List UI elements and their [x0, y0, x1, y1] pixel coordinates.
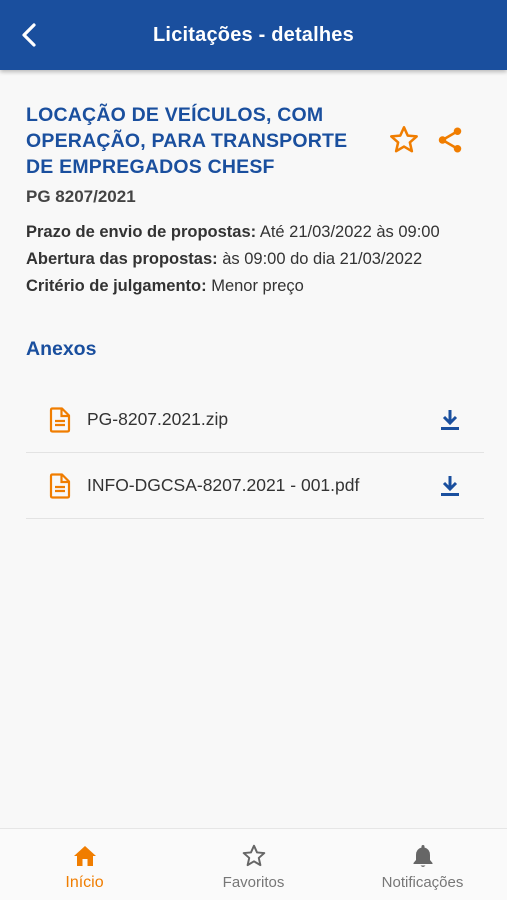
attachment-item[interactable]: INFO-DGCSA-8207.2021 - 001.pdf — [26, 453, 484, 519]
document-icon — [48, 472, 72, 499]
bell-icon — [410, 843, 436, 869]
page-title: Licitações - detalhes — [153, 23, 354, 46]
info-value: Até 21/03/2022 às 09:00 — [259, 223, 440, 241]
download-icon[interactable] — [438, 408, 462, 432]
info-row-deadline: Prazo de envio de propostas: Até 21/03/2… — [26, 219, 486, 246]
nav-label: Favoritos — [222, 874, 285, 891]
attachments-list: PG-8207.2021.zip INFO-DGCSA-8207.2021 - … — [26, 387, 484, 519]
nav-item-notifications[interactable]: Notificações — [338, 829, 507, 900]
nav-label: Início — [65, 874, 104, 891]
info-row-criteria: Critério de julgamento: Menor preço — [26, 273, 486, 300]
attachment-name: PG-8207.2021.zip — [87, 409, 229, 429]
attachment-item[interactable]: PG-8207.2021.zip — [26, 387, 484, 453]
tender-details: LOCAÇÃO DE VEÍCULOS, COM OPERAÇÃO, PARA … — [26, 102, 486, 300]
back-arrow-icon[interactable] — [14, 20, 44, 50]
info-label: Prazo de envio de propostas: — [26, 223, 257, 241]
home-icon — [72, 843, 98, 869]
nav-item-home[interactable]: Início — [0, 829, 169, 900]
download-icon[interactable] — [438, 474, 462, 498]
tender-actions — [388, 124, 466, 156]
info-value: Menor preço — [211, 277, 304, 295]
nav-item-favorites[interactable]: Favoritos — [169, 829, 338, 900]
document-icon — [48, 406, 72, 433]
info-label: Abertura das propostas: — [26, 250, 218, 268]
info-row-opening: Abertura das propostas: às 09:00 do dia … — [26, 246, 486, 273]
app-bar: Licitações - detalhes — [0, 0, 507, 70]
nav-label: Notificações — [381, 874, 464, 891]
star-outline-icon[interactable] — [388, 124, 420, 156]
tender-title: LOCAÇÃO DE VEÍCULOS, COM OPERAÇÃO, PARA … — [26, 104, 348, 178]
info-label: Critério de julgamento: — [26, 277, 207, 295]
tender-info: Prazo de envio de propostas: Até 21/03/2… — [26, 219, 486, 300]
bottom-navigation: Início Favoritos Notificações — [0, 828, 507, 900]
tender-code: PG 8207/2021 — [26, 187, 136, 206]
attachments-title: Anexos — [26, 338, 97, 360]
share-icon[interactable] — [434, 124, 466, 156]
attachment-name: INFO-DGCSA-8207.2021 - 001.pdf — [87, 475, 360, 495]
info-value: às 09:00 do dia 21/03/2022 — [222, 250, 423, 268]
star-icon — [241, 843, 267, 869]
